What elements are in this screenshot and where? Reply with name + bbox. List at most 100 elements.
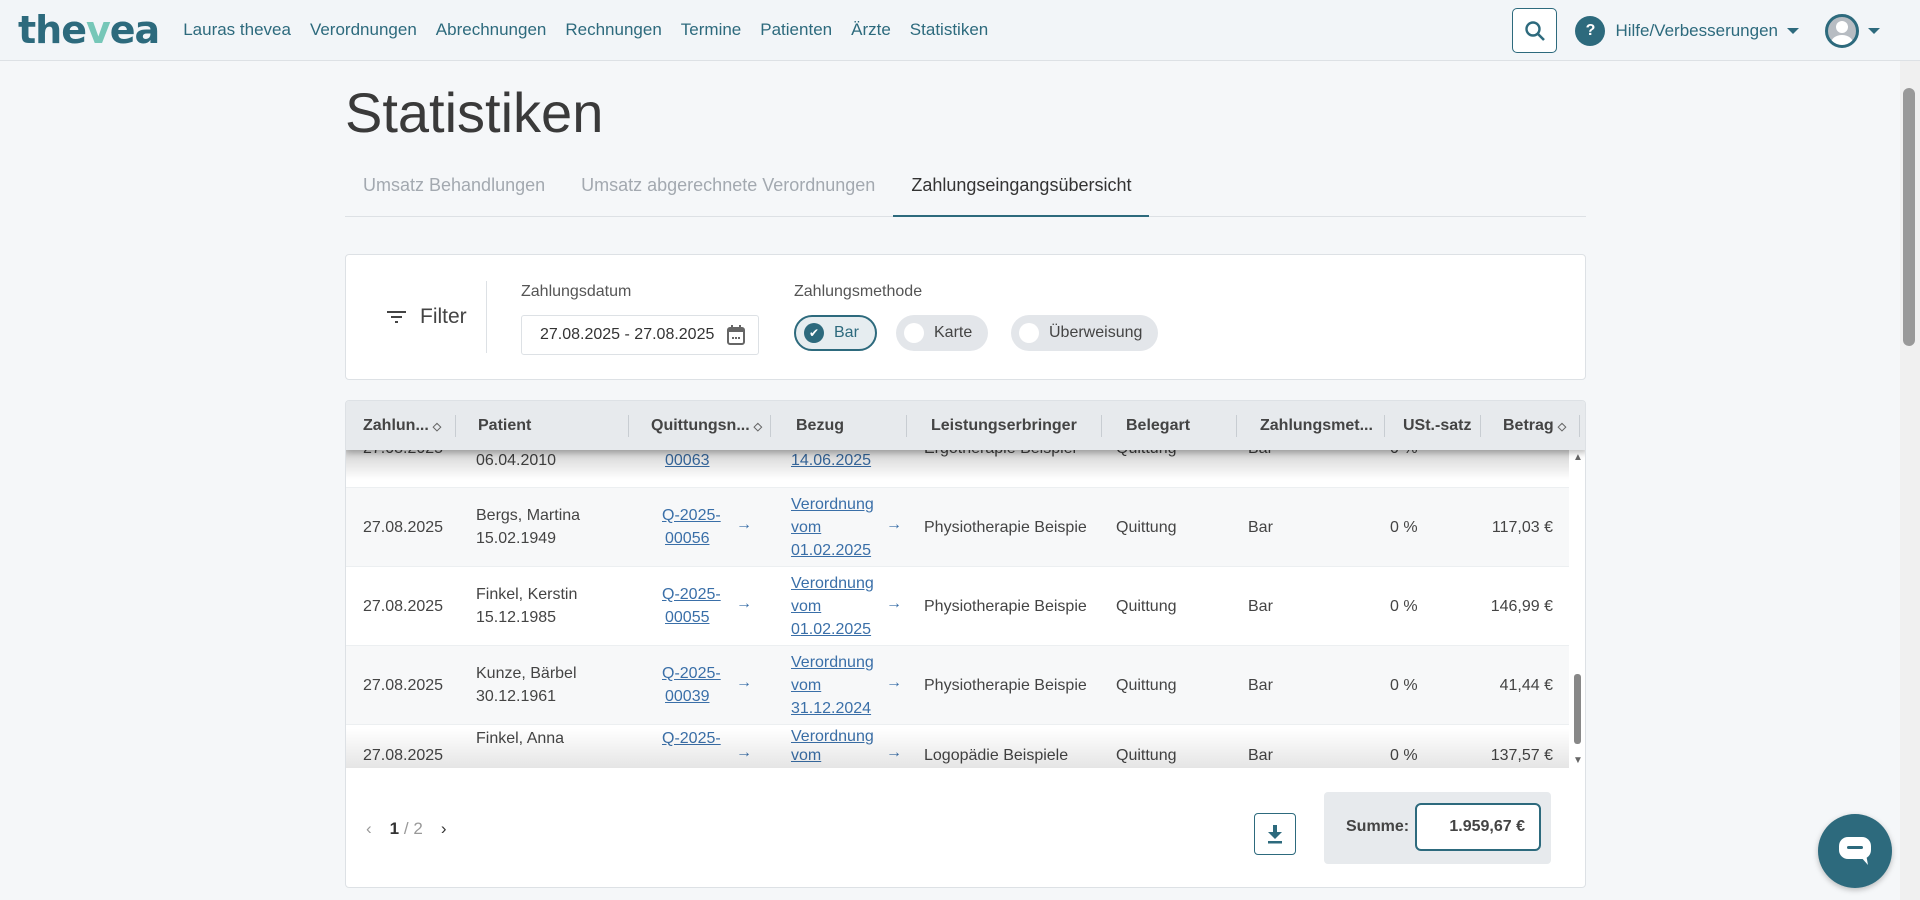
nav-patienten[interactable]: Patienten	[760, 20, 832, 40]
help-icon: ?	[1575, 15, 1606, 46]
receipt-link[interactable]: Q-2025-	[662, 727, 721, 750]
cell-type: Quittung	[1116, 519, 1177, 536]
reference-link[interactable]: vom	[791, 516, 821, 539]
next-page-icon[interactable]: ›	[441, 819, 447, 839]
scroll-up-icon[interactable]: ▲	[1573, 452, 1583, 463]
reference-link[interactable]: vom	[791, 595, 821, 618]
table-scrollbar-thumb[interactable]	[1574, 674, 1581, 744]
reference-link[interactable]: 01.02.2025	[791, 618, 871, 641]
cell-amount: 137,57 €	[1490, 747, 1553, 764]
thevea-logo[interactable]: thevea	[18, 8, 160, 52]
user-menu[interactable]	[1825, 13, 1880, 48]
method-chip-ueberweisung[interactable]: Überweisung	[1011, 315, 1159, 351]
cell-patient-name: Finkel, Kerstin	[476, 586, 578, 603]
tab-bar: Umsatz Behandlungen Umsatz abgerechnete …	[345, 165, 1586, 217]
nav-abrechnungen[interactable]: Abrechnungen	[436, 20, 547, 40]
chip-label: Bar	[834, 324, 859, 341]
reference-link[interactable]: 31.12.2024	[791, 697, 871, 720]
sort-icon: ◇	[753, 421, 763, 433]
cell-type: Quittung	[1116, 598, 1177, 615]
receipt-link[interactable]: 00039	[665, 685, 710, 708]
col-zahlungsdatum[interactable]: Zahlun... ◇	[363, 401, 441, 450]
method-chip-karte[interactable]: Karte	[896, 315, 989, 351]
reference-link[interactable]: Verordnung	[791, 572, 874, 595]
nav-rechnungen[interactable]: Rechnungen	[565, 20, 661, 40]
cell-vat: 0 %	[1390, 519, 1418, 536]
receipt-link[interactable]: 00055	[665, 606, 710, 629]
arrow-right-icon[interactable]: →	[736, 674, 752, 692]
cell-vat: 0 %	[1390, 747, 1418, 764]
search-button[interactable]	[1512, 8, 1558, 53]
arrow-right-icon[interactable]: →	[886, 595, 902, 613]
arrow-right-icon[interactable]: →	[736, 744, 752, 762]
nav-verordnungen[interactable]: Verordnungen	[310, 20, 417, 40]
reference-link[interactable]: Verordnung	[791, 493, 874, 516]
sort-icon: ◇	[432, 421, 442, 433]
nav-lauras-thevea[interactable]: Lauras thevea	[183, 20, 291, 40]
col-betrag[interactable]: Betrag ◇	[1503, 401, 1566, 450]
arrow-right-icon[interactable]: →	[736, 595, 752, 613]
nav-termine[interactable]: Termine	[681, 20, 741, 40]
method-chip-bar[interactable]: ✔ Bar	[794, 315, 877, 351]
radio-empty-icon	[904, 323, 924, 343]
current-page: 1	[389, 819, 400, 838]
main-nav: Lauras thevea Verordnungen Abrechnungen …	[183, 20, 988, 40]
filter-label: Filter	[420, 305, 467, 328]
prev-page-icon[interactable]: ‹	[366, 819, 372, 839]
cell-patient-dob: 15.02.1949	[476, 530, 557, 547]
reference-link[interactable]: vom	[791, 744, 821, 767]
chip-label: Karte	[934, 324, 973, 341]
receipt-link[interactable]: Q-2025-	[662, 662, 721, 685]
col-bezug: Bezug	[796, 417, 844, 434]
avatar	[1825, 13, 1859, 48]
radio-empty-icon	[1019, 323, 1039, 343]
filter-toggle[interactable]: Filter	[386, 305, 467, 329]
cell-method: Bar	[1248, 519, 1273, 536]
chat-button[interactable]	[1818, 814, 1892, 888]
arrow-right-icon[interactable]: →	[886, 744, 902, 762]
page-scrollbar-thumb[interactable]	[1903, 88, 1915, 346]
divider	[486, 281, 487, 353]
cell-patient-name: Kunze, Bärbel	[476, 665, 577, 682]
chevron-down-icon	[1787, 27, 1799, 34]
reference-link[interactable]: 14.06.2025	[791, 450, 871, 472]
date-range-input[interactable]: 27.08.2025 - 27.08.2025	[521, 315, 759, 355]
filter-icon	[387, 311, 406, 323]
arrow-right-icon[interactable]: →	[886, 674, 902, 692]
reference-link[interactable]: Verordnung	[791, 651, 874, 674]
tab-zahlungseingang[interactable]: Zahlungseingangsübersicht	[893, 165, 1150, 217]
receipt-link[interactable]: Q-2025-	[662, 504, 721, 527]
cell-amount: 41,44 €	[1499, 677, 1553, 694]
page-title: Statistiken	[345, 81, 604, 144]
help-menu[interactable]: ? Hilfe/Verbesserungen	[1575, 15, 1799, 46]
cell-method: Bar	[1248, 598, 1273, 615]
reference-link[interactable]: 01.02.2025	[791, 539, 871, 562]
cell-patient-name: Finkel, Anna	[476, 730, 565, 747]
nav-statistiken[interactable]: Statistiken	[910, 20, 988, 40]
tab-umsatz-behandlungen[interactable]: Umsatz Behandlungen	[345, 165, 563, 217]
receipt-link[interactable]: 00063	[665, 450, 710, 472]
download-button[interactable]	[1254, 813, 1296, 855]
receipt-link[interactable]: 00056	[665, 527, 710, 550]
reference-link[interactable]: vom	[791, 674, 821, 697]
download-icon	[1268, 825, 1282, 844]
calendar-icon[interactable]	[726, 324, 746, 346]
sort-icon: ◇	[1557, 421, 1567, 433]
search-icon	[1525, 20, 1545, 41]
receipt-link[interactable]: Q-2025-	[662, 583, 721, 606]
filter-panel: Filter Zahlungsdatum 27.08.2025 - 27.08.…	[345, 254, 1586, 380]
payments-table: Zahlun... ◇ Patient Quittungsn... ◇ Bezug …	[345, 400, 1586, 888]
table-body[interactable]: 27.08.2025 06.04.2010 00063 vom 14.06.20…	[346, 450, 1569, 768]
nav-aerzte[interactable]: Ärzte	[851, 20, 891, 40]
cell-method: Bar	[1248, 677, 1273, 694]
scroll-down-icon[interactable]: ▼	[1573, 755, 1583, 766]
cell-type: Quittung	[1116, 677, 1177, 694]
arrow-right-icon[interactable]: →	[886, 516, 902, 534]
col-belegart: Belegart	[1126, 417, 1191, 434]
col-quittungsnummer[interactable]: Quittungsn... ◇	[651, 401, 762, 450]
arrow-right-icon[interactable]: →	[736, 516, 752, 534]
chevron-down-icon	[1868, 27, 1880, 34]
tab-umsatz-verordnungen[interactable]: Umsatz abgerechnete Verordnungen	[563, 165, 893, 217]
col-ust-satz: USt.-satz	[1403, 417, 1472, 434]
table-row: 27.08.2025 06.04.2010 00063 vom 14.06.20…	[346, 450, 1569, 488]
